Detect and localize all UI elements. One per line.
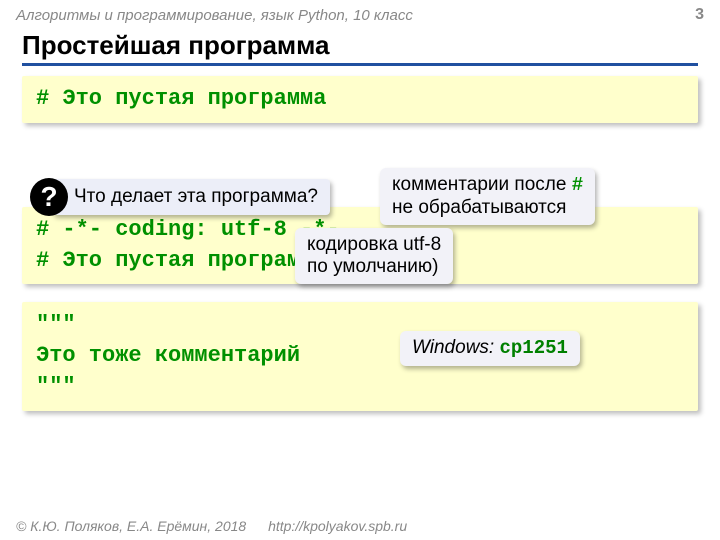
question-icon: ? bbox=[30, 178, 68, 216]
callout-comments: комментарии после # не обрабатываются bbox=[380, 168, 595, 225]
code-line: Это тоже комментарий bbox=[36, 341, 684, 372]
slide-footer: © К.Ю. Поляков, Е.А. Ерёмин, 2018 http:/… bbox=[16, 518, 407, 534]
slide-header: Алгоритмы и программирование, язык Pytho… bbox=[0, 0, 720, 28]
question-callout: ? Что делает эта программа? bbox=[30, 178, 330, 216]
course-name: Алгоритмы и программирование, язык Pytho… bbox=[16, 7, 413, 24]
code-line: # Это пустая программа bbox=[36, 86, 326, 111]
hash-symbol: # bbox=[572, 174, 583, 196]
footer-url: http://kpolyakov.spb.ru bbox=[268, 518, 407, 534]
slide-content: # Это пустая программа ? Что делает эта … bbox=[0, 76, 720, 516]
code-line: """ bbox=[36, 372, 684, 403]
page-number: 3 bbox=[695, 6, 704, 24]
page-title: Простейшая программа bbox=[22, 30, 698, 66]
code-line: """ bbox=[36, 310, 684, 341]
callout-line: кодировка utf-8 bbox=[307, 234, 441, 255]
question-text: Что делает эта программа? bbox=[52, 179, 330, 215]
callout-text: не обрабатываются bbox=[392, 197, 566, 218]
callout-encoding: кодировка utf-8 по умолчанию) bbox=[295, 228, 453, 284]
code-block-empty-program: # Это пустая программа bbox=[22, 76, 698, 123]
callout-line: по умолчанию) bbox=[307, 256, 438, 277]
copyright: © К.Ю. Поляков, Е.А. Ерёмин, 2018 bbox=[16, 518, 246, 534]
callout-text: комментарии после bbox=[392, 174, 572, 195]
code-block-docstring: """ Это тоже комментарий """ bbox=[22, 302, 698, 410]
callout-windows: Windows: cp1251 bbox=[400, 331, 580, 366]
windows-label: Windows: bbox=[412, 337, 494, 358]
windows-encoding: cp1251 bbox=[499, 337, 567, 359]
